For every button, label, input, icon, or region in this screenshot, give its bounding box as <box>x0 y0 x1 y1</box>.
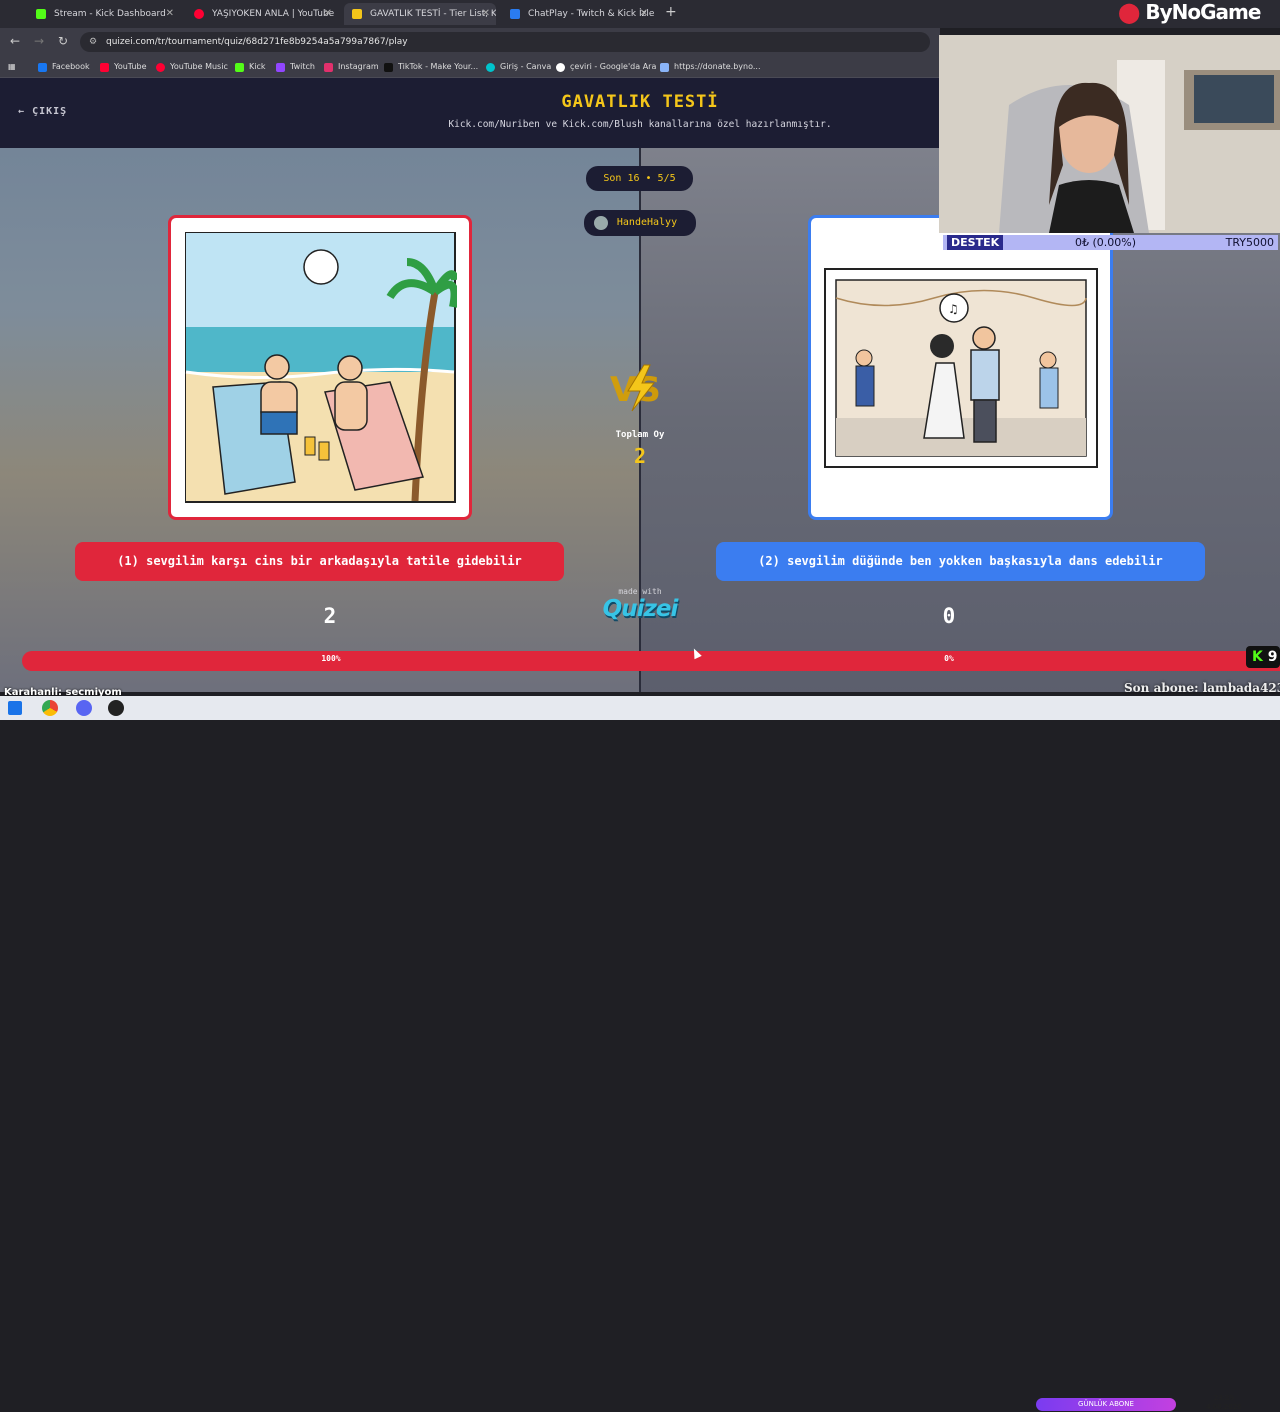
bookmark-tiktok[interactable]: TikTok - Make Your... <box>384 60 478 74</box>
windows-taskbar: GÜNLÜK ABONE 23:39 4.08.2026 <box>0 696 1280 1411</box>
system-clock: 23:39 4.08.2026 <box>1206 1394 1242 1411</box>
bookmark-donate[interactable]: https://donate.byno... <box>660 60 761 74</box>
quizei-icon <box>352 9 362 19</box>
last-subscriber: Son abone: lambada4235 <box>1124 681 1280 695</box>
bookmark-kick[interactable]: Kick <box>235 60 266 74</box>
quiz-header: ← ÇIKIŞ GAVATLIK TESTİ Kick.com/Nuriben … <box>0 78 940 148</box>
bynogame-logo: ⬤ ByNoGame <box>1118 0 1261 24</box>
google-icon <box>556 63 565 72</box>
exit-button[interactable]: ← ÇIKIŞ <box>18 106 67 117</box>
option-1-button[interactable]: (1) sevgilim karşı cins bir arkadaşıyla … <box>75 542 564 581</box>
svg-text:♫: ♫ <box>948 302 959 316</box>
option-1-percentage: 100% <box>321 654 341 663</box>
instagram-icon <box>324 63 333 72</box>
beach-illustration <box>185 232 457 503</box>
daily-sub-goal-bar: GÜNLÜK ABONE <box>1036 1398 1176 1411</box>
quiz-subtitle: Kick.com/Nuriben ve Kick.com/Blush kanal… <box>448 119 832 130</box>
forward-arrow-icon[interactable]: → <box>34 34 44 48</box>
kick-icon <box>235 63 244 72</box>
vs-lightning-icon: VS <box>610 364 661 412</box>
user-badge: HandeHalyy <box>584 210 696 236</box>
facebook-icon <box>38 63 47 72</box>
tiktok-icon <box>384 63 393 72</box>
chrome-icon[interactable] <box>42 700 58 716</box>
arrow-left-icon: ← <box>18 106 26 117</box>
close-icon[interactable]: ✕ <box>640 3 648 25</box>
youtube-icon <box>100 63 109 72</box>
option-1-votes: 2 <box>323 604 337 628</box>
webcam-feed <box>939 35 1280 233</box>
browser-nav-bar: ← → ↻ ⚙ quizei.com/tr/tournament/quiz/68… <box>0 28 940 56</box>
canva-icon <box>486 63 495 72</box>
back-arrow-icon[interactable]: ← <box>10 34 20 48</box>
kick-icon <box>36 9 46 19</box>
new-tab-icon[interactable]: + <box>665 4 677 20</box>
windows-start-icon[interactable] <box>8 701 22 715</box>
tab-label: YAŞIYOKEN ANLA | YouTube <box>212 9 335 19</box>
twitch-icon <box>276 63 285 72</box>
tab-label: ChatPlay - Twitch & Kick İzleyici <box>528 9 654 19</box>
bookmarks-bar: ▦ Facebook YouTube YouTube Music Kick Tw… <box>0 56 940 78</box>
quiz-title: GAVATLIK TESTİ <box>561 92 719 112</box>
bookmark-canva[interactable]: Giriş - Canva <box>486 60 551 74</box>
option-2-card[interactable]: ♫ <box>808 215 1113 520</box>
wedding-illustration: ♫ <box>824 268 1098 468</box>
tab-label: Stream - Kick Dashboard <box>54 9 166 19</box>
obs-icon[interactable] <box>108 700 124 716</box>
destek-amount: 0₺ (0.00%) <box>1075 236 1137 249</box>
tab-quizei[interactable]: GAVATLIK TESTİ - Tier List, Kör ✕ <box>344 3 496 25</box>
destek-goal: TRY5000 <box>1225 236 1274 249</box>
option-2-votes: 0 <box>942 604 956 628</box>
option-1-card[interactable] <box>168 215 472 520</box>
total-votes-value: 2 <box>633 444 647 468</box>
quizei-logo: Quizei <box>602 596 679 622</box>
close-icon[interactable]: ✕ <box>482 3 490 25</box>
tab-youtube[interactable]: YAŞIYOKEN ANLA | YouTube ✕ <box>186 3 338 25</box>
made-with-label: made with <box>618 587 662 596</box>
kick-viewer-badge: K 9 <box>1246 646 1280 668</box>
vote-progress-bar: 100% 0% <box>22 651 1280 671</box>
close-icon[interactable]: ✕ <box>166 3 174 25</box>
donation-goal-bar: DESTEK 0₺ (0.00%) TRY5000 <box>943 235 1278 250</box>
url-text: quizei.com/tr/tournament/quiz/68d271fe8b… <box>106 37 408 47</box>
site-info-icon[interactable]: ⚙ <box>89 32 97 52</box>
destek-label: DESTEK <box>947 235 1004 250</box>
webcam-image <box>939 35 1280 233</box>
discord-icon[interactable] <box>76 700 92 716</box>
youtube-icon <box>194 9 204 19</box>
tab-kick-dashboard[interactable]: Stream - Kick Dashboard ✕ <box>28 3 180 25</box>
youtube-music-icon <box>156 63 165 72</box>
tab-label: GAVATLIK TESTİ - Tier List, Kör <box>370 9 496 19</box>
avatar <box>594 216 608 230</box>
apps-grid-icon[interactable]: ▦ <box>8 60 16 74</box>
bookmark-instagram[interactable]: Instagram <box>324 60 379 74</box>
bookmark-facebook[interactable]: Facebook <box>38 60 90 74</box>
reload-icon[interactable]: ↻ <box>58 34 68 48</box>
option-2-button[interactable]: (2) sevgilim düğünde ben yokken başkasıy… <box>716 542 1205 581</box>
bookmark-google[interactable]: çeviri - Google'da Ara <box>556 60 656 74</box>
donate-icon <box>660 63 669 72</box>
kick-icon: K <box>1252 649 1263 665</box>
total-votes-label: Toplam Oy <box>615 430 665 440</box>
round-badge: Son 16 • 5/5 <box>586 166 693 191</box>
browser-tab-bar: Stream - Kick Dashboard ✕ YAŞIYOKEN ANLA… <box>0 0 1280 28</box>
bookmark-twitch[interactable]: Twitch <box>276 60 315 74</box>
address-bar[interactable]: ⚙ quizei.com/tr/tournament/quiz/68d271fe… <box>80 32 930 52</box>
tab-chatplay[interactable]: ChatPlay - Twitch & Kick İzleyici ✕ <box>502 3 654 25</box>
option-2-percentage: 0% <box>944 654 954 663</box>
close-icon[interactable]: ✕ <box>324 3 332 25</box>
bookmark-youtube-music[interactable]: YouTube Music <box>156 60 228 74</box>
bookmark-youtube[interactable]: YouTube <box>100 60 147 74</box>
chatplay-icon <box>510 9 520 19</box>
